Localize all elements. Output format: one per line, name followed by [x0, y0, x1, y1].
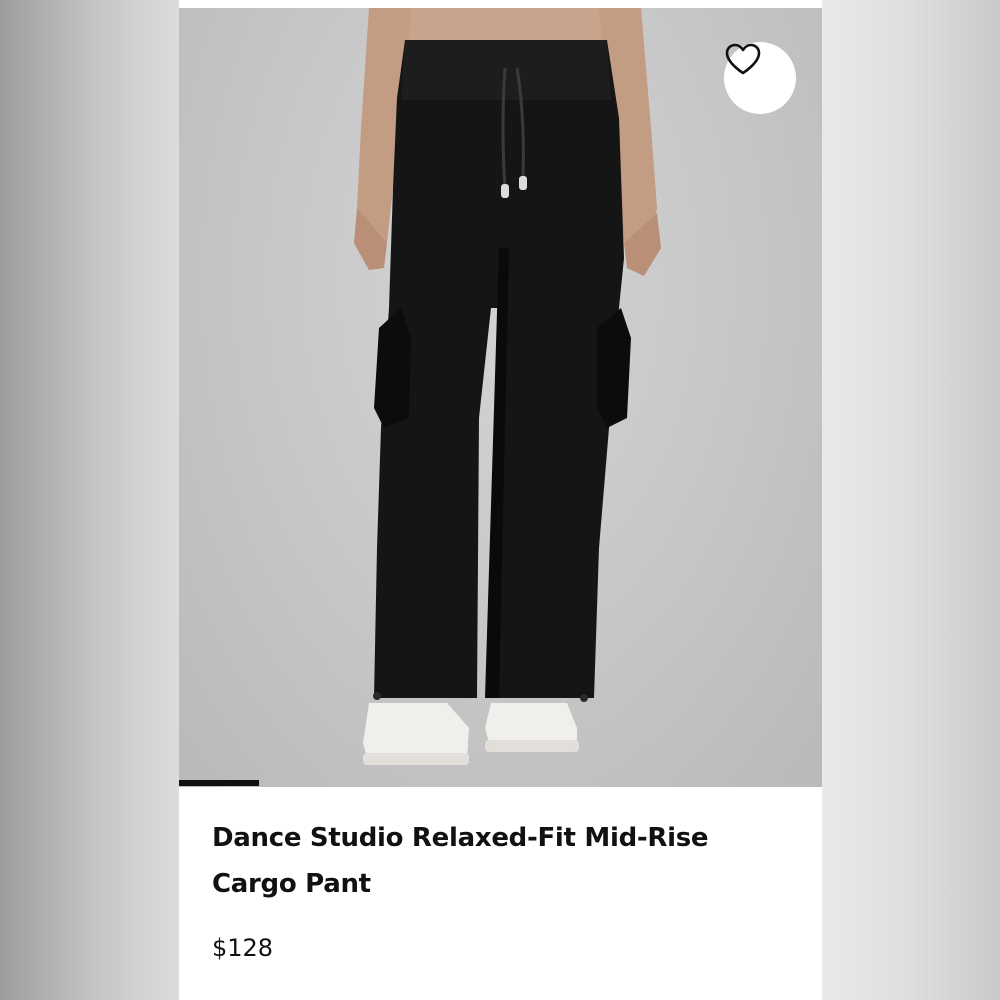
product-title[interactable]: Dance Studio Relaxed-Fit Mid-Rise Cargo …: [212, 815, 772, 907]
sneaker-right-sole: [485, 740, 579, 752]
product-price: $128: [212, 934, 274, 962]
blurred-background-left: [0, 0, 179, 1000]
drawstring-tip-left: [501, 184, 509, 198]
favorite-button[interactable]: [724, 42, 796, 114]
sneaker-left-sole: [363, 753, 469, 765]
blurred-background-right: [822, 0, 1000, 1000]
carousel-progress-indicator: [179, 780, 259, 786]
product-photo-illustration: [354, 8, 661, 765]
cargo-pocket-left: [374, 308, 411, 428]
product-image[interactable]: [179, 8, 822, 787]
heart-outline-icon: [725, 43, 761, 75]
screenshot-frame: Dance Studio Relaxed-Fit Mid-Rise Cargo …: [0, 0, 1000, 1000]
product-card[interactable]: Dance Studio Relaxed-Fit Mid-Rise Cargo …: [179, 0, 822, 1000]
toggle-right: [580, 694, 588, 702]
toggle-left: [373, 692, 381, 700]
cargo-pocket-right: [597, 308, 631, 428]
drawstring-tip-right: [519, 176, 527, 190]
